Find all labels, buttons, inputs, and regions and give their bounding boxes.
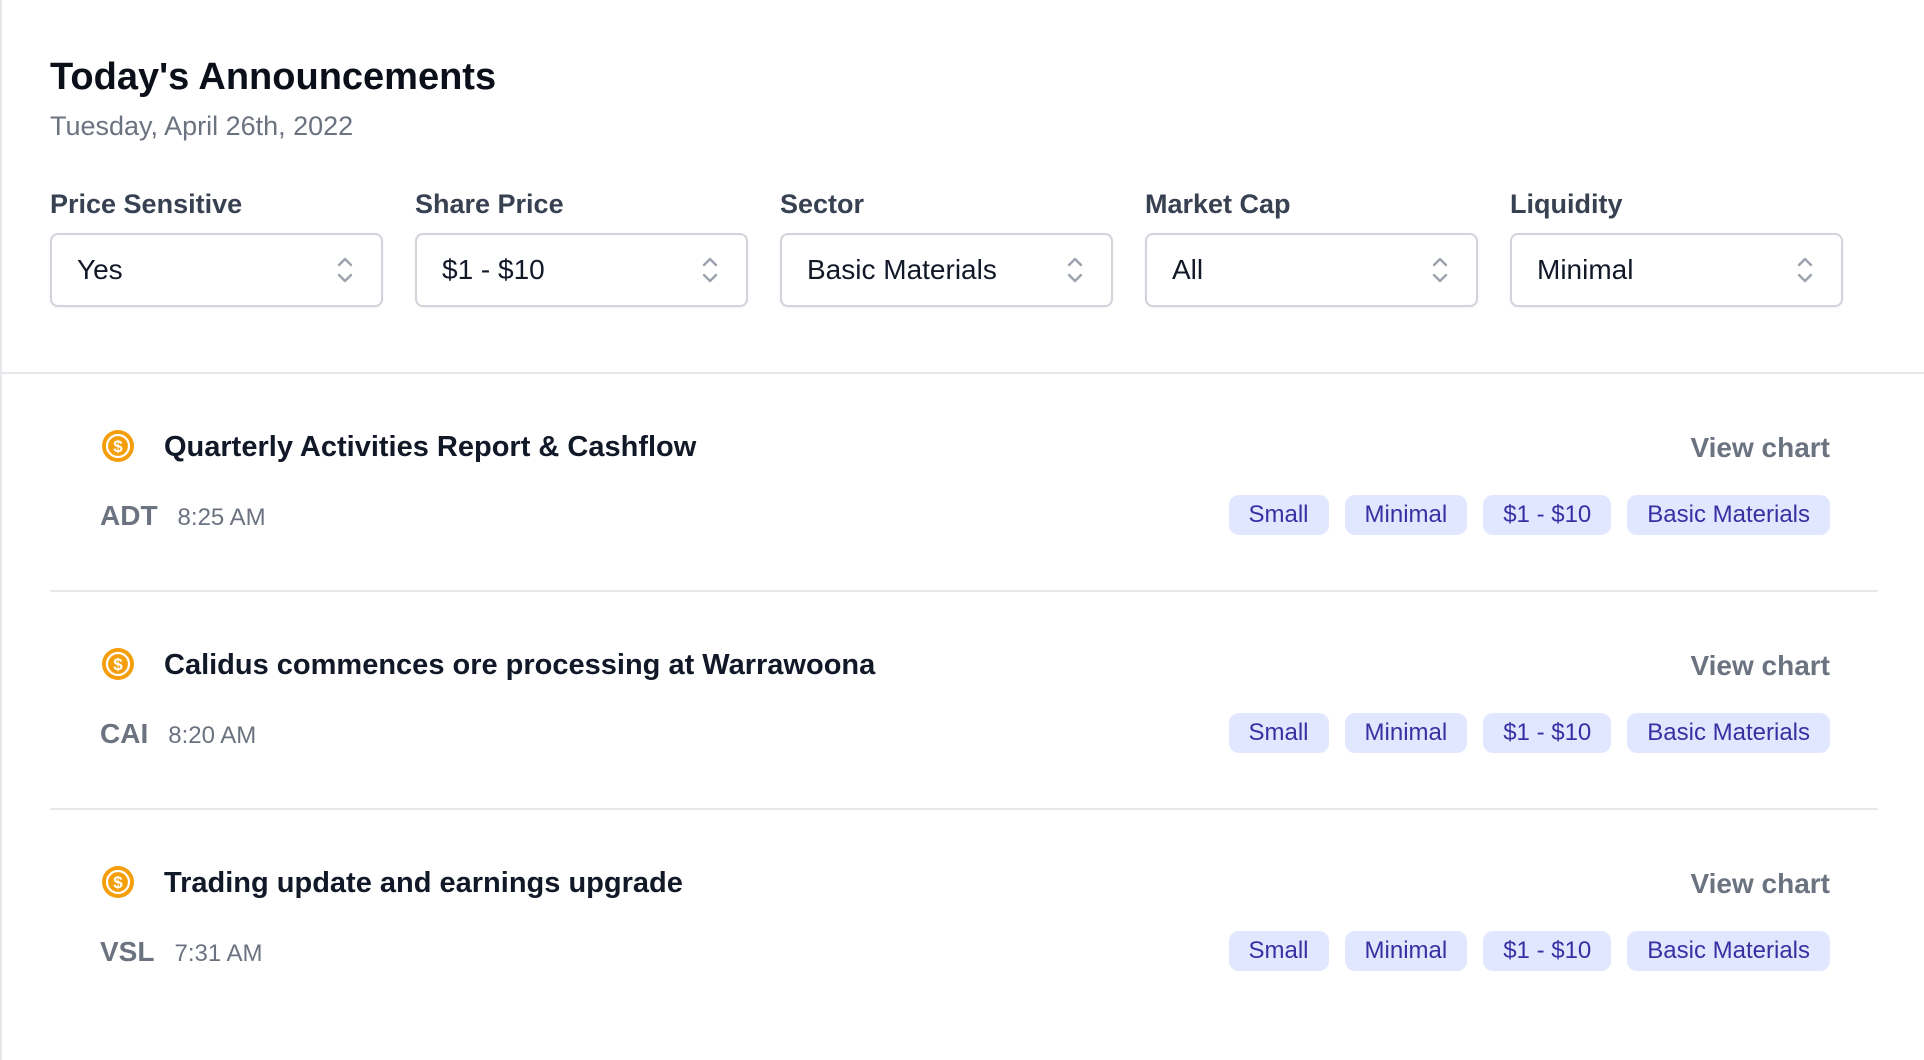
ticker-code: ADT bbox=[100, 500, 158, 531]
ticker-code: VSL bbox=[100, 936, 155, 967]
announcement-meta: VSL 7:31 AM bbox=[100, 936, 263, 968]
tag-list: Small Minimal $1 - $10 Basic Materials bbox=[1228, 931, 1830, 971]
share-price-select[interactable]: $1 - $10 bbox=[415, 233, 748, 307]
tag-list: Small Minimal $1 - $10 Basic Materials bbox=[1228, 713, 1830, 753]
filter-bar: Price Sensitive Yes Share Price $1 - $10… bbox=[50, 187, 1924, 307]
chevron-up-down-icon bbox=[1797, 257, 1813, 283]
tag-sector: Basic Materials bbox=[1627, 931, 1830, 971]
tag-list: Small Minimal $1 - $10 Basic Materials bbox=[1228, 495, 1830, 535]
announcement-item: $ Trading update and earnings upgrade Vi… bbox=[50, 810, 1878, 1028]
chevron-up-down-icon bbox=[1067, 257, 1083, 283]
filter-liquidity: Liquidity Minimal bbox=[1510, 187, 1843, 307]
chevron-up-down-icon bbox=[337, 257, 353, 283]
announcement-item: $ Calidus commences ore processing at Wa… bbox=[50, 592, 1878, 810]
filter-label: Sector bbox=[780, 189, 865, 219]
filter-label: Liquidity bbox=[1510, 189, 1623, 219]
tag-market-cap: Small bbox=[1228, 495, 1329, 535]
tag-liquidity: Minimal bbox=[1344, 931, 1468, 971]
svg-text:$: $ bbox=[113, 873, 123, 892]
sector-select[interactable]: Basic Materials bbox=[780, 233, 1113, 307]
select-value: Basic Materials bbox=[807, 254, 997, 285]
announcement-meta: CAI 8:20 AM bbox=[100, 718, 256, 750]
filter-label: Price Sensitive bbox=[50, 189, 243, 219]
dollar-coin-icon: $ bbox=[102, 648, 134, 680]
view-chart-link[interactable]: View chart bbox=[1690, 430, 1830, 466]
filter-label: Market Cap bbox=[1145, 189, 1291, 219]
svg-text:$: $ bbox=[113, 655, 123, 674]
announcement-item: $ Quarterly Activities Report & Cashflow… bbox=[50, 374, 1878, 592]
tag-share-price: $1 - $10 bbox=[1483, 713, 1612, 753]
announcement-headline[interactable]: Quarterly Activities Report & Cashflow bbox=[164, 429, 696, 465]
announcements-page: Today's Announcements Tuesday, April 26t… bbox=[0, 0, 1924, 1060]
filter-label: Share Price bbox=[415, 189, 564, 219]
tag-sector: Basic Materials bbox=[1627, 713, 1830, 753]
price-sensitive-select[interactable]: Yes bbox=[50, 233, 383, 307]
filter-share-price: Share Price $1 - $10 bbox=[415, 187, 748, 307]
filter-price-sensitive: Price Sensitive Yes bbox=[50, 187, 383, 307]
page-title: Today's Announcements bbox=[50, 56, 497, 98]
view-chart-link[interactable]: View chart bbox=[1690, 648, 1830, 684]
view-chart-link[interactable]: View chart bbox=[1690, 866, 1830, 902]
page-date: Tuesday, April 26th, 2022 bbox=[50, 111, 354, 141]
select-value: All bbox=[1172, 254, 1204, 285]
tag-liquidity: Minimal bbox=[1344, 495, 1468, 535]
select-value: $1 - $10 bbox=[442, 254, 545, 285]
announcement-time: 8:25 AM bbox=[177, 504, 266, 531]
svg-text:$: $ bbox=[113, 437, 123, 456]
tag-share-price: $1 - $10 bbox=[1483, 495, 1612, 535]
market-cap-select[interactable]: All bbox=[1145, 233, 1478, 307]
select-value: Minimal bbox=[1537, 254, 1634, 285]
announcement-time: 8:20 AM bbox=[168, 722, 257, 749]
filter-market-cap: Market Cap All bbox=[1145, 187, 1478, 307]
announcement-meta: ADT 8:25 AM bbox=[100, 500, 266, 532]
tag-share-price: $1 - $10 bbox=[1483, 931, 1612, 971]
chevron-up-down-icon bbox=[1432, 257, 1448, 283]
announcement-time: 7:31 AM bbox=[174, 940, 263, 967]
filter-sector: Sector Basic Materials bbox=[780, 187, 1113, 307]
chevron-up-down-icon bbox=[702, 257, 718, 283]
dollar-coin-icon: $ bbox=[102, 866, 134, 898]
announcement-headline[interactable]: Calidus commences ore processing at Warr… bbox=[164, 647, 875, 683]
dollar-coin-icon: $ bbox=[102, 430, 134, 462]
tag-market-cap: Small bbox=[1228, 713, 1329, 753]
tag-sector: Basic Materials bbox=[1627, 495, 1830, 535]
ticker-code: CAI bbox=[100, 718, 149, 749]
tag-market-cap: Small bbox=[1228, 931, 1329, 971]
announcement-headline[interactable]: Trading update and earnings upgrade bbox=[164, 865, 683, 901]
page-header: Today's Announcements Tuesday, April 26t… bbox=[2, 0, 1924, 307]
liquidity-select[interactable]: Minimal bbox=[1510, 233, 1843, 307]
tag-liquidity: Minimal bbox=[1344, 713, 1468, 753]
announcement-list: $ Quarterly Activities Report & Cashflow… bbox=[50, 374, 1878, 1028]
select-value: Yes bbox=[77, 254, 123, 285]
